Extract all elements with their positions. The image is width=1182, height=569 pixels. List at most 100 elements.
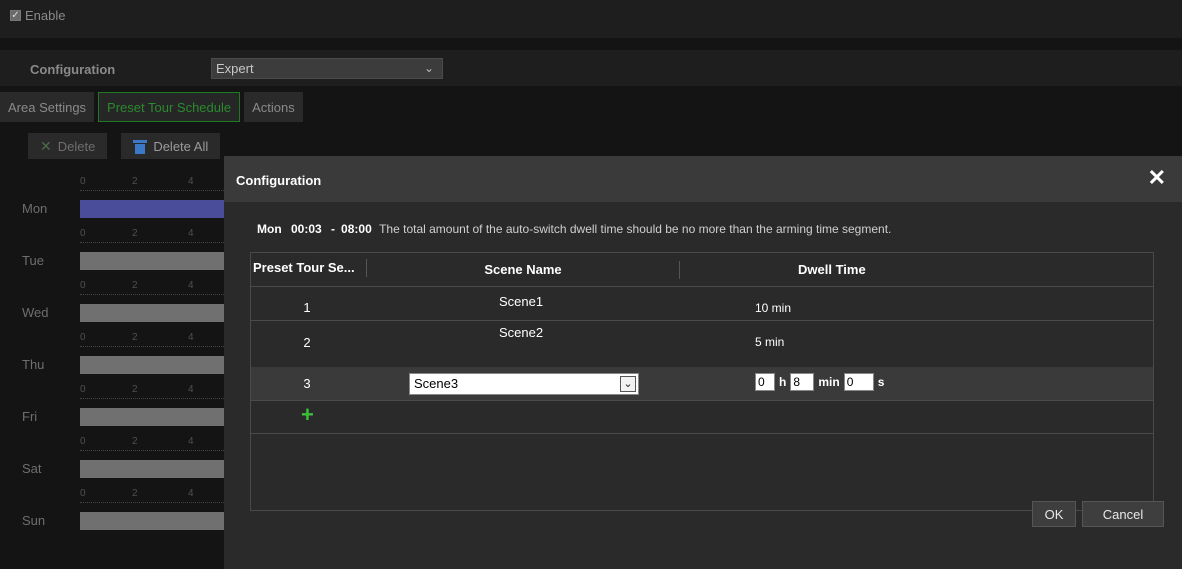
- tick-label: 2: [132, 384, 138, 395]
- hours-input[interactable]: 0: [755, 373, 775, 391]
- day-timeline-bar[interactable]: [80, 356, 230, 374]
- day-timeline-bar[interactable]: [80, 304, 230, 322]
- tick-label: 4: [188, 436, 194, 447]
- tick-label: 4: [188, 176, 194, 187]
- column-header-sequence[interactable]: Preset Tour Se...: [251, 259, 367, 277]
- day-label: Thu: [22, 357, 45, 372]
- tick-label: 4: [188, 384, 194, 395]
- row-scene-name: Scene1: [499, 294, 544, 309]
- close-icon[interactable]: ✕: [1148, 167, 1166, 189]
- enable-label: Enable: [25, 8, 66, 23]
- day-row-mon: 0 2 4 Mon: [0, 172, 230, 224]
- day-row-sun: 0 2 4 Sun: [0, 484, 230, 536]
- tick-label: 2: [132, 176, 138, 187]
- seconds-input[interactable]: 0: [843, 373, 874, 391]
- ok-button[interactable]: OK: [1032, 501, 1076, 527]
- segment-end: 08:00: [341, 222, 372, 236]
- segment-day: Mon: [257, 222, 282, 236]
- day-label: Wed: [22, 305, 49, 320]
- tick-label: 0: [80, 384, 86, 395]
- row-index: 1: [303, 300, 311, 315]
- add-row: +: [251, 401, 1153, 434]
- tick-label: 0: [80, 228, 86, 239]
- day-timeline-bar[interactable]: [80, 512, 230, 530]
- day-timeline-bar[interactable]: [80, 200, 230, 218]
- time-ticks: 0 2 4: [80, 228, 230, 240]
- chevron-down-icon: ⌄: [423, 61, 434, 75]
- enable-checkbox[interactable]: ✓: [10, 10, 21, 21]
- tick-label: 0: [80, 176, 86, 187]
- trash-icon: [133, 139, 148, 154]
- day-label: Sat: [22, 461, 42, 476]
- delete-label: Delete: [57, 138, 96, 154]
- time-ticks: 0 2 4: [80, 384, 230, 396]
- tick-scale: [80, 242, 230, 246]
- table-row[interactable]: 2 Scene2 5 min: [251, 321, 1153, 354]
- day-timeline-bar[interactable]: [80, 252, 230, 270]
- tick-scale: [80, 398, 230, 402]
- chevron-down-icon[interactable]: ⌄: [620, 376, 636, 392]
- tick-label: 2: [132, 488, 138, 499]
- tick-label: 0: [80, 488, 86, 499]
- tick-label: 2: [132, 280, 138, 291]
- hours-unit: h: [779, 375, 787, 389]
- tab-actions[interactable]: Actions: [244, 92, 303, 122]
- row-index: 2: [303, 335, 311, 350]
- cancel-button[interactable]: Cancel: [1082, 501, 1164, 527]
- preset-tour-table: Preset Tour Se... Scene Name Dwell Time …: [250, 252, 1154, 511]
- day-label: Fri: [22, 409, 38, 424]
- table-row-editing[interactable]: 3 Scene3 ⌄ 0 h 8 min 0 s: [251, 367, 1153, 401]
- tick-label: 2: [132, 228, 138, 239]
- scene-select-value: Scene3: [414, 376, 459, 391]
- tick-scale: [80, 190, 230, 194]
- day-label: Sun: [22, 513, 46, 528]
- delete-icon: ✕: [40, 137, 52, 154]
- tick-label: 4: [188, 280, 194, 291]
- time-ticks: 0 2 4: [80, 176, 230, 188]
- day-label: Tue: [22, 253, 44, 268]
- day-row-sat: 0 2 4 Sat: [0, 432, 230, 484]
- column-header-scene-name[interactable]: Scene Name: [367, 253, 679, 287]
- tick-label: 0: [80, 280, 86, 291]
- tick-label: 2: [132, 436, 138, 447]
- tick-scale: [80, 502, 230, 506]
- day-timeline-bar[interactable]: [80, 460, 230, 478]
- day-timeline-bar[interactable]: [80, 408, 230, 426]
- day-row-thu: 0 2 4 Thu: [0, 328, 230, 380]
- tick-label: 4: [188, 488, 194, 499]
- time-ticks: 0 2 4: [80, 332, 230, 344]
- configuration-value: Expert: [216, 61, 254, 76]
- header-band: [0, 0, 1182, 38]
- scene-select[interactable]: Scene3 ⌄: [409, 373, 639, 395]
- minutes-input[interactable]: 8: [790, 373, 815, 391]
- row-dwell-time: 5 min: [755, 335, 785, 349]
- delete-all-button[interactable]: Delete All: [121, 133, 221, 159]
- segment-dash: -: [331, 222, 336, 236]
- configuration-select[interactable]: Expert ⌄: [211, 58, 443, 79]
- configuration-label: Configuration: [30, 62, 116, 77]
- configuration-dialog: Configuration ✕ Mon 00:03 -08:00 The tot…: [224, 156, 1182, 569]
- tick-scale: [80, 450, 230, 454]
- row-dwell-time: 10 min: [755, 301, 792, 315]
- time-ticks: 0 2 4: [80, 488, 230, 500]
- tab-preset-tour-schedule[interactable]: Preset Tour Schedule: [98, 92, 241, 122]
- column-header-dwell-time[interactable]: Dwell Time: [679, 261, 1153, 279]
- delete-button[interactable]: ✕ Delete: [28, 133, 108, 159]
- time-ticks: 0 2 4: [80, 280, 230, 292]
- row-scene-name: Scene2: [499, 325, 544, 340]
- tab-area-settings[interactable]: Area Settings: [0, 92, 95, 122]
- tick-label: 4: [188, 228, 194, 239]
- add-icon[interactable]: +: [301, 404, 314, 426]
- minutes-unit: min: [818, 375, 840, 389]
- enable-checkbox-row[interactable]: ✓ Enable: [10, 8, 65, 23]
- tick-scale: [80, 346, 230, 350]
- tick-label: 4: [188, 332, 194, 343]
- dwell-time-editor: 0 h 8 min 0 s: [755, 373, 884, 391]
- seconds-unit: s: [877, 375, 885, 389]
- time-segment-info: Mon 00:03 -08:00 The total amount of the…: [257, 222, 891, 236]
- delete-all-label: Delete All: [153, 138, 209, 154]
- day-label: Mon: [22, 201, 48, 216]
- table-row[interactable]: 1 Scene1 10 min: [251, 288, 1153, 321]
- tick-scale: [80, 294, 230, 298]
- dialog-title: Configuration: [236, 173, 322, 188]
